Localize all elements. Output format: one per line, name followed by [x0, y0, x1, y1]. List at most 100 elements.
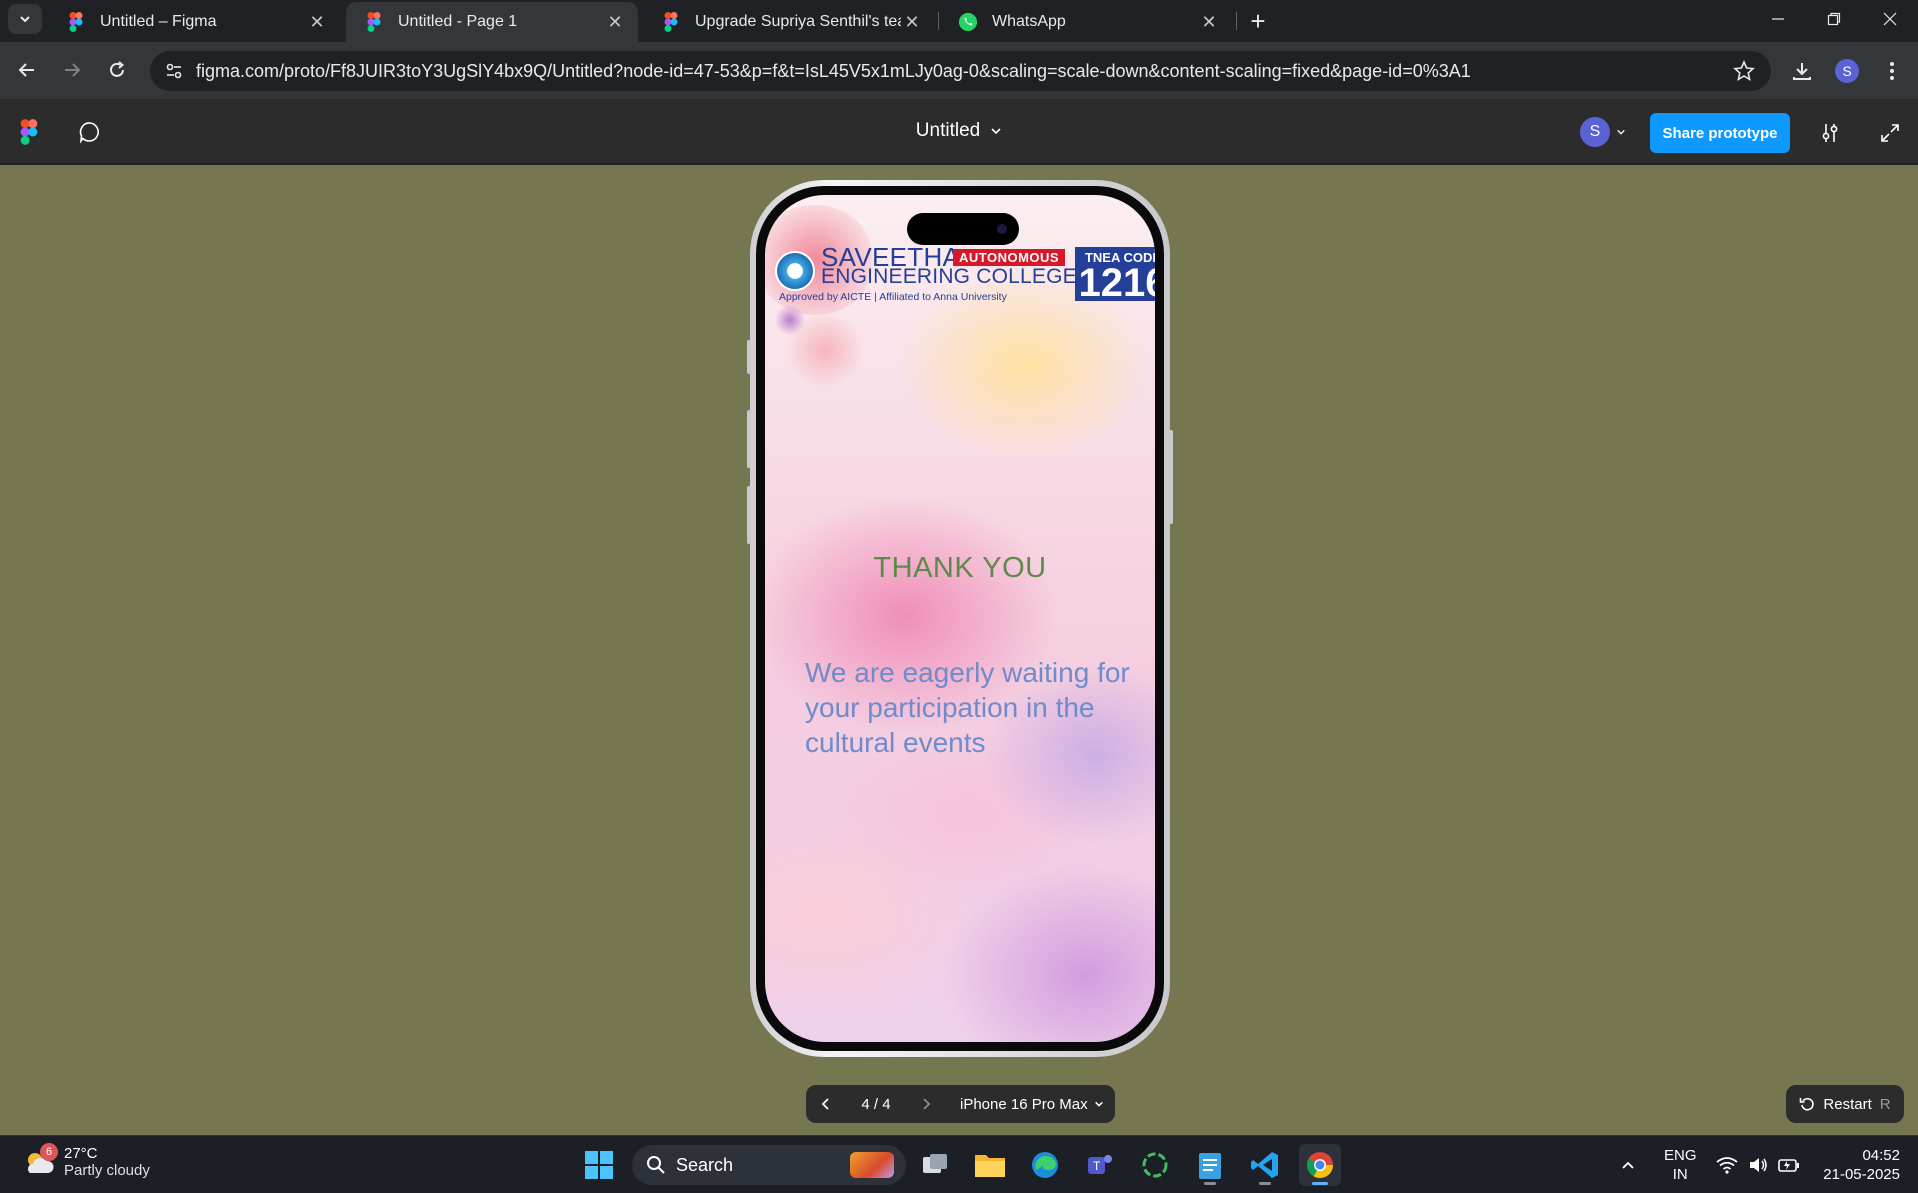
restart-icon: [1800, 1097, 1815, 1111]
figma-icon: [364, 12, 384, 32]
tab-close-icon[interactable]: ✕: [901, 11, 923, 33]
show-hidden-icons-button[interactable]: [1620, 1136, 1636, 1193]
language-indicator[interactable]: ENG IN: [1664, 1136, 1697, 1193]
chevron-down-icon: [1094, 1101, 1103, 1107]
search-highlight-icon: [850, 1152, 894, 1178]
user-avatar-menu[interactable]: S: [1580, 117, 1626, 147]
autonomous-badge: AUTONOMOUS: [953, 249, 1066, 266]
forward-button[interactable]: [56, 54, 88, 86]
file-explorer-button[interactable]: [969, 1144, 1011, 1186]
prototype-settings-button[interactable]: [1815, 118, 1845, 148]
flower-decoration: [775, 305, 805, 335]
tab-search-button[interactable]: [8, 4, 42, 34]
college-logo: SAVEETHA AUTONOMOUS ENGINEERING COLLEGE …: [775, 244, 1156, 305]
prototype-navigation: 4 / 4 iPhone 16 Pro Max: [806, 1085, 1115, 1123]
search-icon: [647, 1156, 665, 1174]
volume-icon: [1750, 1158, 1767, 1172]
url-text[interactable]: figma.com/proto/Ff8JUIR3toY3UgSlY4bx9Q/U…: [196, 61, 1471, 82]
notepad-icon: [1199, 1153, 1221, 1179]
taskbar-search[interactable]: Search: [632, 1145, 906, 1185]
figma-logo-icon[interactable]: [20, 119, 38, 150]
thank-you-heading: THANK YOU: [873, 552, 1047, 584]
file-title-area: Untitled: [0, 120, 1918, 142]
reload-icon: [110, 61, 125, 77]
invitation-message: We are eagerly waiting for your particip…: [805, 657, 1130, 758]
tnea-code: 1216: [1078, 261, 1156, 305]
comment-button[interactable]: [76, 118, 104, 146]
running-indicator: [1312, 1182, 1328, 1185]
vscode-button[interactable]: [1244, 1144, 1286, 1186]
tab-separator: [938, 12, 939, 30]
task-view-icon: [923, 1154, 947, 1173]
sliders-icon: [1822, 124, 1838, 142]
tab-close-icon[interactable]: ✕: [306, 11, 328, 33]
chevron-up-icon: [1622, 1161, 1634, 1169]
tab-untitled-figma[interactable]: Untitled – Figma ✕: [48, 2, 340, 42]
notification-badge: 6: [40, 1143, 58, 1161]
tab-separator: [1236, 12, 1237, 30]
share-prototype-button[interactable]: Share prototype: [1650, 113, 1790, 153]
device-selector[interactable]: iPhone 16 Pro Max: [960, 1096, 1104, 1113]
phone-side-button: [747, 410, 751, 468]
restore-button[interactable]: [1806, 0, 1862, 38]
arrow-left-icon: [18, 63, 34, 77]
expand-icon: [1881, 124, 1899, 142]
more-vertical-icon: [1890, 62, 1894, 80]
task-view-button[interactable]: [914, 1144, 956, 1186]
minimize-icon: [1772, 18, 1784, 20]
bookmark-star-icon[interactable]: [1731, 58, 1757, 84]
tab-close-icon[interactable]: ✕: [604, 11, 626, 33]
prototype-screen[interactable]: SAVEETHA AUTONOMOUS ENGINEERING COLLEGE …: [765, 195, 1155, 1042]
tab-upgrade-team[interactable]: Upgrade Supriya Senthil's team ✕: [643, 2, 935, 42]
teams-icon: T: [1088, 1155, 1112, 1174]
file-title: Untitled: [915, 120, 981, 141]
site-info-icon[interactable]: [158, 55, 190, 87]
phone-bezel: SAVEETHA AUTONOMOUS ENGINEERING COLLEGE …: [756, 186, 1164, 1051]
edge-button[interactable]: [1024, 1144, 1066, 1186]
figma-icon: [661, 12, 681, 32]
iphone-frame: SAVEETHA AUTONOMOUS ENGINEERING COLLEGE …: [747, 180, 1173, 1057]
browser-menu-button[interactable]: [1875, 54, 1909, 88]
chevron-down-icon: [991, 128, 1001, 135]
loading-app-button[interactable]: [1134, 1144, 1176, 1186]
minimize-button[interactable]: [1750, 0, 1806, 38]
windows-taskbar: 6 27°C Partly cloudy Search T ENG IN 04:…: [0, 1135, 1918, 1193]
system-tray-status[interactable]: [1716, 1136, 1800, 1193]
tab-whatsapp[interactable]: WhatsApp ✕: [940, 2, 1232, 42]
fullscreen-button[interactable]: [1875, 118, 1905, 148]
tab-title: WhatsApp: [992, 13, 1066, 30]
next-frame-button[interactable]: [906, 1085, 946, 1123]
file-title-dropdown[interactable]: Untitled: [916, 120, 1002, 142]
battery-icon: [1778, 1159, 1799, 1172]
arrow-right-icon: [65, 63, 81, 77]
teams-button[interactable]: T: [1079, 1144, 1121, 1186]
running-indicator: [1259, 1182, 1271, 1185]
tab-untitled-page-1[interactable]: Untitled - Page 1 ✕: [346, 2, 638, 42]
avatar: S: [1835, 59, 1859, 83]
notepad-button[interactable]: [1189, 1144, 1231, 1186]
tab-close-icon[interactable]: ✕: [1198, 11, 1220, 33]
new-tab-button[interactable]: +: [1243, 6, 1273, 36]
chevron-down-icon: [1617, 129, 1625, 135]
profile-button[interactable]: S: [1830, 54, 1864, 88]
tnea-code-badge: TNEA CODE 1216: [1075, 247, 1156, 305]
weather-widget[interactable]: 6 27°C Partly cloudy: [22, 1143, 150, 1179]
whatsapp-icon: [958, 12, 978, 32]
downloads-button[interactable]: [1785, 54, 1819, 88]
back-button[interactable]: [11, 54, 43, 86]
folder-icon: [975, 1155, 1005, 1177]
start-button[interactable]: [578, 1144, 620, 1186]
chrome-button[interactable]: [1299, 1144, 1341, 1186]
clock[interactable]: 04:52 21-05-2025: [1812, 1146, 1900, 1184]
avatar: S: [1580, 117, 1610, 147]
restore-icon: [1827, 12, 1841, 26]
restart-shortcut: R: [1879, 1095, 1891, 1113]
figma-icon: [66, 12, 86, 32]
restart-button[interactable]: Restart R: [1786, 1085, 1904, 1123]
close-window-button[interactable]: [1862, 0, 1918, 38]
previous-frame-button[interactable]: [806, 1085, 846, 1123]
figma-prototype-header: Untitled S Share prototype: [0, 100, 1918, 164]
reload-button[interactable]: [101, 54, 133, 86]
address-bar[interactable]: figma.com/proto/Ff8JUIR3toY3UgSlY4bx9Q/U…: [150, 51, 1771, 91]
college-name-line2: ENGINEERING COLLEGE: [821, 265, 1077, 288]
